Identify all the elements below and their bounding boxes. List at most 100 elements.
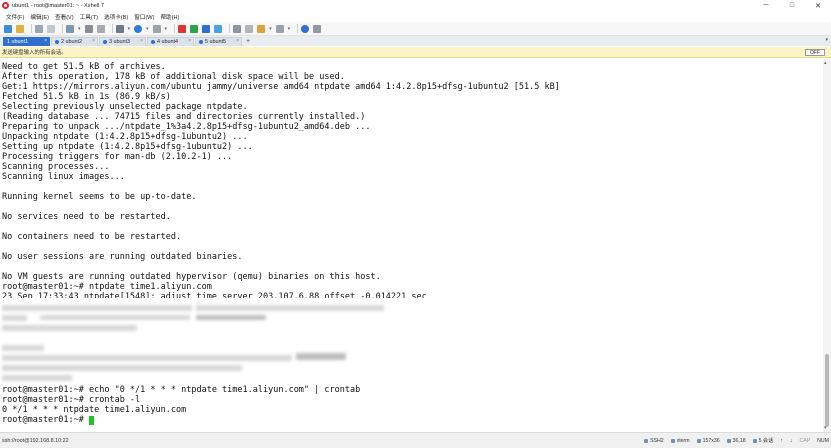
terminal-line: Scanning linux images... xyxy=(2,172,125,182)
terminal-type-label: xterm xyxy=(676,437,690,444)
scroll-down-icon[interactable]: ▾ xyxy=(824,425,827,431)
keyboard-icon[interactable] xyxy=(233,24,242,33)
xagent-icon[interactable] xyxy=(190,24,199,33)
menu-edit[interactable]: 编辑(E) xyxy=(30,13,49,21)
highlight-icon[interactable] xyxy=(257,24,266,33)
sessions-icon xyxy=(752,438,757,443)
tab-ubunt1[interactable]: 1 ubunt1 × xyxy=(3,37,50,46)
scrollbar-thumb[interactable] xyxy=(825,354,829,427)
menu-view[interactable]: 查看(V) xyxy=(55,13,74,21)
arrow-up-icon: ↑ xyxy=(780,437,783,444)
tab-label: 3 ubunt3 xyxy=(109,39,130,45)
minimize-button[interactable]: ─ xyxy=(753,0,779,11)
menu-window[interactable]: 窗口(W) xyxy=(134,13,154,21)
chevron-down-icon[interactable]: ▾ xyxy=(128,26,131,32)
terminal-line: Unpacking ntpdate (1:4.2.8p15+dfsg-1ubun… xyxy=(2,132,248,142)
connection-address: ssh://root@192.168.8.10:22 xyxy=(2,437,69,444)
session-status-icon xyxy=(103,40,107,44)
menu-tools[interactable]: 工具(T) xyxy=(80,13,98,21)
terminal-line: Fetched 51.5 kB in 1s (86.9 kB/s) xyxy=(2,92,171,102)
window-controls: ─ □ ✕ xyxy=(753,0,831,11)
compose-input[interactable]: 发送键盘输入的所有会话。 xyxy=(2,48,67,56)
terminal-line: No services need to be restarted. xyxy=(2,212,171,222)
add-tab-button[interactable]: + xyxy=(246,37,250,46)
xftp-icon[interactable] xyxy=(178,24,187,33)
tab-list-chevron-icon[interactable]: ▾ xyxy=(825,37,828,43)
cursor-position-status: 36,18 xyxy=(726,437,746,444)
menu-tab[interactable]: 选项卡(B) xyxy=(104,13,128,21)
chevron-down-icon[interactable]: ▾ xyxy=(288,26,291,32)
menu-file[interactable]: 文件(F) xyxy=(6,13,24,21)
toolbar-separator xyxy=(111,24,113,33)
tab-label: 4 ubunt4 xyxy=(157,39,178,45)
redacted-text xyxy=(2,375,72,381)
font-icon[interactable] xyxy=(152,24,161,33)
session-count-status: 5 会话 xyxy=(752,437,773,444)
open-folder-icon[interactable] xyxy=(16,24,24,33)
redacted-text xyxy=(196,315,266,320)
scroll-up-icon[interactable]: ▴ xyxy=(824,60,827,66)
tab-ubunt2[interactable]: 2 ubunt2 × xyxy=(51,37,98,46)
options-icon[interactable] xyxy=(313,24,322,33)
terminal-line: (Reading database ... 74715 files and di… xyxy=(2,112,366,122)
tab-ubunt3[interactable]: 3 ubunt3 × xyxy=(99,37,146,46)
toolbar-separator xyxy=(62,24,63,33)
tab-close-icon[interactable]: × xyxy=(188,38,191,44)
tab-label: 2 ubunt2 xyxy=(61,39,82,45)
lock-icon[interactable] xyxy=(245,24,254,33)
compose-bar[interactable]: 发送键盘输入的所有会话。 OFF xyxy=(0,47,831,58)
session-tab-bar: 1 ubunt1 × 2 ubunt2 × 3 ubunt3 × 4 ubunt… xyxy=(0,36,831,46)
chevron-down-icon[interactable]: ▾ xyxy=(269,26,272,32)
status-indicators: SSH2 xterm 157x36 36,18 5 会话 ↑ ↓ CAP NUM xyxy=(637,433,829,448)
session-status-icon xyxy=(55,40,59,44)
chevron-down-icon[interactable]: ▾ xyxy=(165,26,168,32)
compose-off-toggle[interactable]: OFF xyxy=(805,49,825,56)
menu-help[interactable]: 帮助(H) xyxy=(160,13,179,21)
chevron-down-icon[interactable]: ▾ xyxy=(146,26,149,32)
tab-ubunt4[interactable]: 4 ubunt4 × xyxy=(147,37,194,46)
script-icon[interactable] xyxy=(202,24,211,33)
redacted-text xyxy=(2,305,192,311)
layout-icon[interactable] xyxy=(275,24,284,33)
terminal-line: Running kernel seems to be up-to-date. xyxy=(2,192,197,202)
terminal-line: root@master01:~# echo "0 */1 * * * ntpda… xyxy=(2,385,361,395)
tab-label: 5 ubunt5 xyxy=(205,39,226,45)
tab-close-icon[interactable]: × xyxy=(92,38,95,44)
terminal-line: Processing triggers for man-db (2.10.2-1… xyxy=(2,152,233,162)
transfer-icon[interactable] xyxy=(214,24,223,33)
globe-icon[interactable] xyxy=(134,24,143,33)
upload-status: ↑ xyxy=(780,438,783,444)
tab-close-icon[interactable]: × xyxy=(44,38,47,44)
tab-close-icon[interactable]: × xyxy=(140,38,143,44)
help-icon[interactable] xyxy=(301,24,310,33)
resize-icon xyxy=(696,438,701,443)
terminal-line: 0 */1 * * * ntpdate time1.aliyun.com xyxy=(2,405,187,415)
terminal-line: Preparing to unpack .../ntpdate_1%3a4.2.… xyxy=(2,122,371,132)
terminal-prompt-line[interactable]: root@master01:~# xyxy=(2,415,94,425)
connect-icon[interactable] xyxy=(35,24,43,33)
copy-icon[interactable] xyxy=(84,24,93,33)
tab-close-icon[interactable]: × xyxy=(236,38,239,44)
new-session-icon[interactable] xyxy=(4,24,12,33)
tab-ubunt5[interactable]: 5 ubunt5 × xyxy=(195,37,242,46)
chevron-down-icon[interactable]: ▾ xyxy=(78,26,81,32)
search-icon[interactable] xyxy=(96,24,105,33)
vertical-scrollbar[interactable]: ▴ ▾ xyxy=(823,59,831,432)
redacted-text xyxy=(2,345,44,351)
terminal-icon xyxy=(670,438,675,443)
cursor-icon xyxy=(726,438,731,443)
reconnect-icon[interactable] xyxy=(66,24,74,33)
terminal-line: Get:1 https://mirrors.aliyun.com/ubuntu … xyxy=(2,82,560,92)
terminal-type-status: xterm xyxy=(670,437,690,444)
terminal-output[interactable]: Need to get 51.5 kB of archives. After t… xyxy=(0,59,823,432)
cursor-position-label: 36,18 xyxy=(732,437,746,444)
redacted-text xyxy=(196,305,384,311)
disconnect-icon[interactable] xyxy=(47,24,55,33)
maximize-button[interactable]: □ xyxy=(779,0,805,11)
title-bar: ubunt1 - root@master01: ~ - Xshell 7 ─ □… xyxy=(0,0,831,11)
close-button[interactable]: ✕ xyxy=(805,0,831,11)
redacted-text xyxy=(2,355,292,361)
toolbar: ▾ ▾ ▾ ▾ ▾ ▾ xyxy=(0,22,831,36)
session-status-icon xyxy=(199,40,203,44)
print-icon[interactable] xyxy=(115,24,124,33)
